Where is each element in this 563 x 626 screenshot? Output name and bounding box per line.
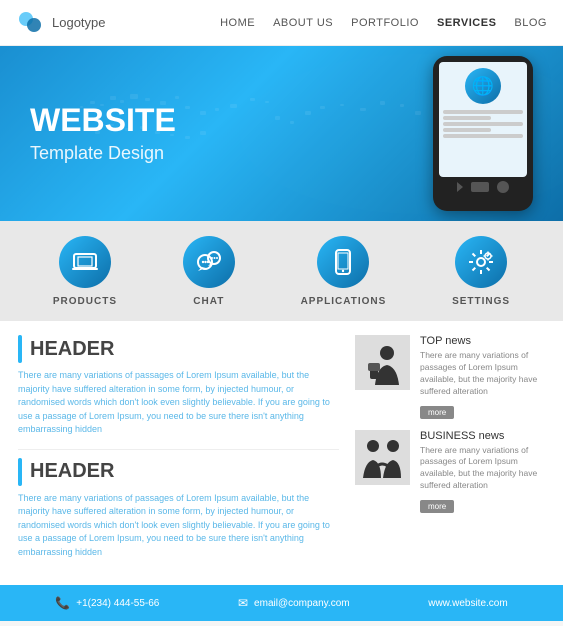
business-news-more-btn[interactable]: more [420,500,454,513]
feature-chat[interactable]: CHAT [183,236,235,307]
chat-icon [196,250,222,274]
section1-header: HEADER [18,335,339,363]
mobile-icon [335,249,351,275]
news-title-business-text: BUSINESS news [420,430,504,442]
content-section: HEADER There are many variations of pass… [0,321,563,585]
phone-home-btn [471,182,489,192]
news-item-top: TOP news There are many variations of pa… [355,335,545,420]
section1-body: There are many variations of passages of… [18,369,339,437]
hero-subtitle: Template Design [30,143,176,164]
news-body-business: There are many variations of passages of… [420,445,545,493]
footer: 📞 +1(234) 444-55-66 ✉ email@company.com … [0,585,563,621]
content-right: TOP news There are many variations of pa… [355,335,545,571]
section2-body: There are many variations of passages of… [18,492,339,560]
news-body-top: There are many variations of passages of… [420,350,545,398]
features-bar: PRODUCTS CHAT [0,221,563,321]
news-content-business: BUSINESS news There are many variations … [420,430,545,515]
chat-icon-circle [183,236,235,288]
phone-line-short [443,116,491,120]
nav-home[interactable]: HOME [220,17,255,29]
laptop-icon [72,252,98,272]
news-title-business: BUSINESS news [420,430,545,442]
nav-portfolio[interactable]: PORTFOLIO [351,17,419,29]
footer-website: www.website.com [428,598,507,609]
products-icon-circle [59,236,111,288]
feature-settings[interactable]: SETTINGS [452,236,510,307]
phone-content-lines [443,108,523,140]
news-item-business: BUSINESS news There are many variations … [355,430,545,515]
section1-accent [18,335,22,363]
footer-phone: 📞 +1(234) 444-55-66 [55,596,159,610]
logo-icon [16,9,44,37]
phone-buttons [457,181,509,193]
nav-services[interactable]: SERVICES [437,17,496,29]
logo-text: Logotype [52,15,106,30]
section2-accent [18,458,22,486]
products-label: PRODUCTS [53,296,117,307]
nav-links: HOME ABOUT US PORTFOLIO SERVICES BLOG [220,17,547,29]
top-news-more-btn[interactable]: more [420,406,454,419]
news-title-top-text: TOP news [420,335,471,347]
phone-back-btn [457,182,463,192]
feature-applications[interactable]: APPLICATIONS [301,236,387,307]
hero-text: WEBSITE Template Design [30,103,176,163]
email-icon: ✉ [238,596,248,610]
nav-bar: Logotype HOME ABOUT US PORTFOLIO SERVICE… [0,0,563,46]
phone-globe-icon: 🌐 [465,68,501,104]
phone-line [443,134,523,138]
person-silhouette-2 [355,430,410,485]
section1-title: HEADER [30,338,114,361]
phone-screen: 🌐 [439,62,527,177]
phone-icon: 📞 [55,596,70,610]
footer-website-url: www.website.com [428,598,507,609]
hero-section: WEBSITE Template Design 🌐 [0,46,563,221]
feature-products[interactable]: PRODUCTS [53,236,117,307]
hero-title: WEBSITE [30,103,176,138]
nav-blog[interactable]: BLOG [514,17,547,29]
section2-title: HEADER [30,460,114,483]
phone-line [443,110,523,114]
news-thumb-top [355,335,410,390]
logo-area: Logotype [16,9,106,37]
news-title-top: TOP news [420,335,545,347]
news-content-top: TOP news There are many variations of pa… [420,335,545,420]
news-thumb-business [355,430,410,485]
divider1 [18,449,339,450]
nav-about[interactable]: ABOUT US [273,17,333,29]
chat-label: CHAT [193,296,224,307]
settings-label: SETTINGS [452,296,510,307]
phone-recent-btn [497,181,509,193]
applications-label: APPLICATIONS [301,296,387,307]
section2-header: HEADER [18,458,339,486]
applications-icon-circle [317,236,369,288]
person-silhouette-1 [355,335,410,390]
settings-icon-circle [455,236,507,288]
footer-phone-number: +1(234) 444-55-66 [76,598,159,609]
phone-line [443,122,523,126]
phone-mockup: 🌐 [433,56,533,211]
phone-line-short [443,128,491,132]
footer-email: ✉ email@company.com [238,596,350,610]
gear-icon [467,248,495,276]
content-left: HEADER There are many variations of pass… [18,335,339,571]
footer-email-address: email@company.com [254,598,350,609]
